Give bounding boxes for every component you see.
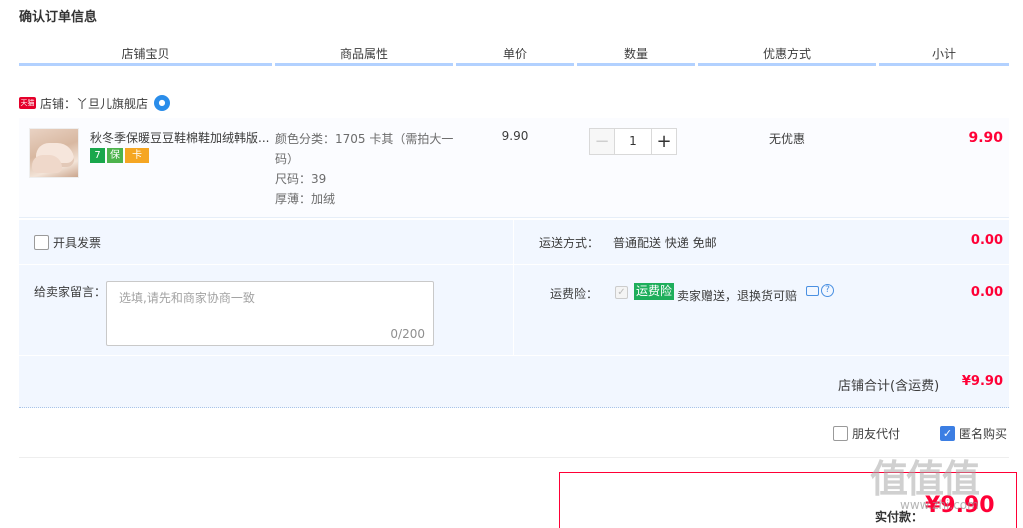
column-header-subtotal: 小计 <box>879 46 1009 66</box>
watermark-url: www.zhi.com <box>900 498 979 512</box>
invoice-checkbox[interactable] <box>34 235 49 250</box>
invoice-option[interactable]: 开具发票 <box>34 234 101 251</box>
shipping-price: 0.00 <box>970 233 1003 248</box>
order-extras-panel: 开具发票 运送方式： 普通配送 快递 免邮 0.00 给卖家留言： 选填,请先和… <box>19 220 1009 408</box>
shop-total-value: ¥9.90 <box>961 374 1003 389</box>
product-props: 颜色分类：1705 卡其（需拍大一码） 尺码：39 厚薄：加绒 <box>275 129 465 209</box>
friend-pay-label: 朋友代付 <box>852 427 901 441</box>
shipping-label: 运送方式： <box>539 236 600 250</box>
seller-message-label: 给卖家留言： <box>34 285 107 299</box>
service-badges: 7 保 卡 <box>90 148 149 163</box>
insurance-price: 0.00 <box>970 285 1003 300</box>
anonymous-option[interactable]: ✓ 匿名购买 <box>940 425 1007 442</box>
quantity-input[interactable]: 1 <box>615 128 651 155</box>
unit-price: 9.90 <box>501 129 529 143</box>
divider <box>19 457 1009 458</box>
invoice-label: 开具发票 <box>53 236 102 250</box>
message-icon[interactable] <box>806 285 819 296</box>
product-title-link[interactable]: 秋冬季保暖豆豆鞋棉鞋加绒韩版... <box>90 129 270 146</box>
chat-icon[interactable]: ● <box>154 95 171 111</box>
tmall-icon: 天猫 <box>19 97 36 109</box>
item-subtotal: 9.90 <box>968 130 1003 146</box>
friend-pay-checkbox[interactable] <box>833 426 848 441</box>
seller-message-counter: 0/200 <box>390 327 425 341</box>
prop-thickness: 厚薄：加绒 <box>275 192 336 206</box>
quantity-stepper: − 1 + <box>589 128 677 155</box>
prop-size: 尺码：39 <box>275 172 327 186</box>
insurance-checkbox: ✓ <box>615 286 628 299</box>
credit-card-icon[interactable]: 卡 <box>125 148 149 163</box>
order-options: 朋友代付 ✓ 匿名购买 <box>833 425 1007 442</box>
friend-pay-option[interactable]: 朋友代付 <box>833 425 900 442</box>
help-icon[interactable]: ? <box>821 284 834 297</box>
column-header-props: 商品属性 <box>275 46 453 66</box>
insurance-tag: 运费险 <box>634 283 675 300</box>
seven-day-return-icon[interactable]: 7 <box>90 148 105 163</box>
column-header-item: 店铺宝贝 <box>19 46 272 66</box>
insurance-description: 卖家赠送，退换货可赔 <box>677 289 798 303</box>
column-header-discount: 优惠方式 <box>698 46 876 66</box>
shop-name-link[interactable]: 丫旦儿旗舰店 <box>76 95 148 112</box>
prop-color: 颜色分类：1705 卡其（需拍大一码） <box>275 132 454 166</box>
quantity-increase-button[interactable]: + <box>651 128 677 155</box>
shop-row: 天猫 店铺： 丫旦儿旗舰店 ● <box>19 94 171 112</box>
shop-label: 店铺： <box>40 96 77 111</box>
column-header-quantity: 数量 <box>577 46 695 66</box>
product-thumbnail[interactable] <box>29 128 79 178</box>
watermark-logo: 值值值 <box>870 457 980 501</box>
column-header-unit-price: 单价 <box>456 46 574 66</box>
seller-message-placeholder: 选填,请先和商家协商一致 <box>119 291 255 305</box>
shop-total-label: 店铺合计(含运费) <box>838 379 940 394</box>
order-item-row: 秋冬季保暖豆豆鞋棉鞋加绒韩版... 7 保 卡 颜色分类：1705 卡其（需拍大… <box>19 118 1009 218</box>
guarantee-icon[interactable]: 保 <box>107 148 123 163</box>
discount-method: 无优惠 <box>768 132 805 146</box>
anonymous-checkbox[interactable]: ✓ <box>940 426 956 441</box>
anonymous-label: 匿名购买 <box>959 427 1008 441</box>
seller-message-textarea[interactable]: 选填,请先和商家协商一致 0/200 <box>106 281 434 346</box>
page-title: 确认订单信息 <box>19 10 98 25</box>
insurance-help[interactable]: ? <box>806 284 834 297</box>
insurance-label: 运费险： <box>550 287 599 301</box>
quantity-decrease-button[interactable]: − <box>589 128 615 155</box>
shipping-method: 普通配送 快递 免邮 <box>613 236 717 250</box>
column-headers: 店铺宝贝 商品属性 单价 数量 优惠方式 小计 <box>19 46 1009 66</box>
